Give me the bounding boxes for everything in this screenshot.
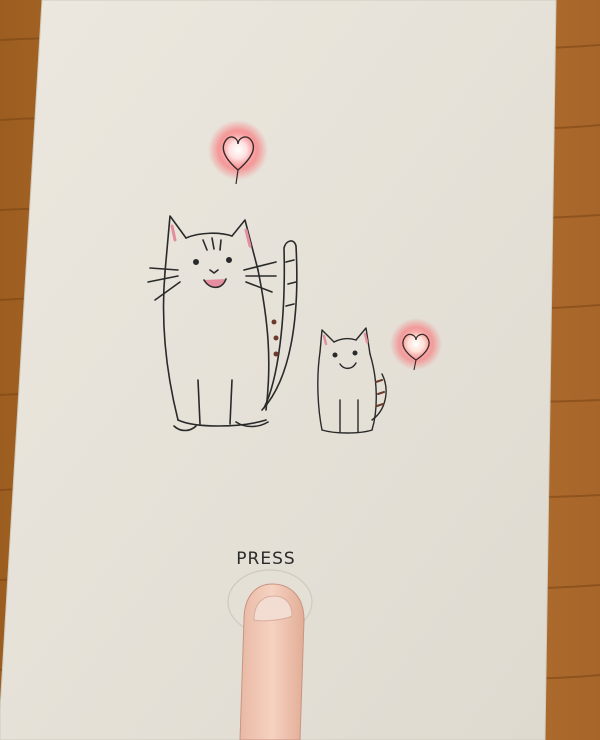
photo-scene: PRESS — [0, 0, 600, 740]
heart-led-left — [208, 120, 268, 185]
heart-led-right — [390, 318, 442, 371]
press-label: PRESS — [236, 549, 296, 569]
finger — [239, 583, 305, 740]
